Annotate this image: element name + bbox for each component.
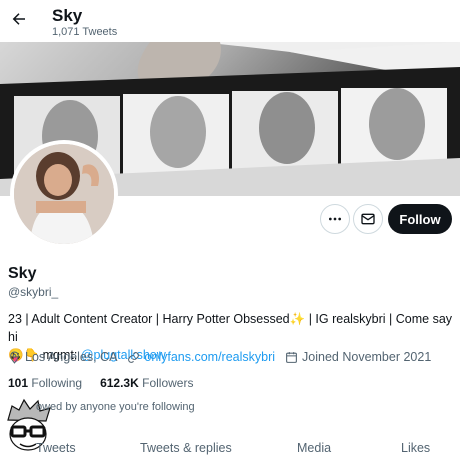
tweet-count: 1,071 Tweets [52, 26, 118, 38]
link-icon [128, 351, 140, 363]
profile-meta: Los Angeles, CA onlyfans.com/realskybri … [8, 350, 441, 364]
followers-label: Followers [142, 376, 194, 390]
mail-icon [361, 213, 375, 225]
profile-stats: 101 Following 612.3K Followers [8, 376, 211, 390]
joined-text: Joined November 2021 [302, 350, 432, 364]
calendar-icon [286, 351, 297, 363]
avatar[interactable] [10, 140, 118, 248]
follow-button[interactable]: Follow [388, 204, 452, 234]
top-bar: Sky 1,071 Tweets [0, 0, 460, 42]
profile-handle: @skybri_ [8, 285, 59, 299]
sparkles-emoji: ✨ [289, 312, 306, 326]
tab-tweets-replies[interactable]: Tweets & replies [140, 441, 232, 455]
tab-likes[interactable]: Likes [401, 441, 430, 455]
page-title: Sky [52, 6, 83, 25]
more-button[interactable] [320, 204, 350, 234]
more-icon [329, 217, 341, 221]
joined-item: Joined November 2021 [285, 350, 431, 364]
followed-by-text: owed by anyone you're following [36, 401, 195, 413]
tab-tweets[interactable]: Tweets [36, 441, 76, 455]
profile-tabs: Tweets Tweets & replies Media Likes [0, 436, 460, 460]
tab-media[interactable]: Media [297, 441, 331, 455]
followers-link[interactable]: 612.3K Followers [100, 376, 193, 390]
message-button[interactable] [353, 204, 383, 234]
bio-main: 23 | Adult Content Creator | Harry Potte… [8, 312, 290, 326]
location-item: Los Angeles, CA [8, 350, 117, 364]
location-text: Los Angeles, CA [25, 350, 118, 364]
profile-name: Sky [8, 265, 37, 282]
following-count: 101 [8, 376, 29, 390]
followers-count: 612.3K [100, 376, 139, 390]
website-link[interactable]: onlyfans.com/realskybri [144, 350, 275, 364]
back-button[interactable] [8, 8, 30, 30]
location-icon [10, 351, 19, 364]
following-link[interactable]: 101 Following [8, 376, 82, 390]
following-label: Following [31, 376, 83, 390]
website-item[interactable]: onlyfans.com/realskybri [127, 350, 275, 364]
back-arrow-icon [12, 13, 25, 25]
